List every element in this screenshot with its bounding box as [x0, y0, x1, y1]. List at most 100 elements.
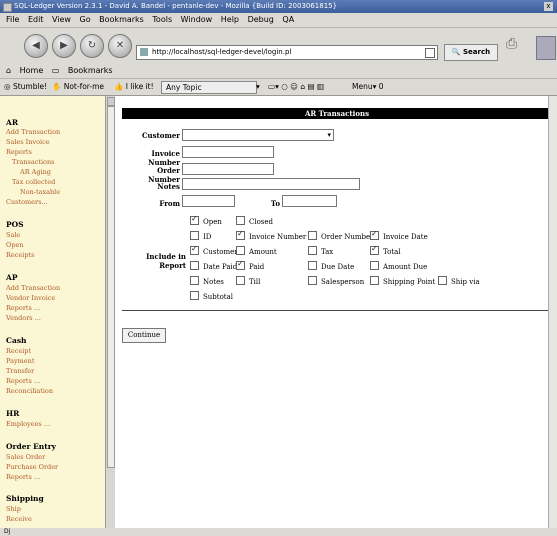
sidebar-section-ar[interactable]: AR [6, 118, 18, 127]
sidebar-item-non-taxable[interactable]: Non-taxable [20, 188, 60, 196]
sidebar-item-ar-aging[interactable]: AR Aging [20, 168, 51, 176]
checkbox-box[interactable] [370, 276, 379, 285]
sidebar-item-sales-order[interactable]: Sales Order [6, 453, 45, 461]
checkbox-box[interactable] [370, 244, 379, 255]
menu-window[interactable]: Window [181, 15, 213, 24]
menu-help[interactable]: Help [221, 15, 239, 24]
checkbox-box[interactable] [190, 291, 199, 300]
not-for-me-button[interactable]: ✋ Not-for-me [52, 79, 104, 95]
checkbox-amount-due[interactable]: Amount Due [370, 261, 427, 271]
checkbox-date-paid[interactable]: Date Paid [190, 261, 237, 271]
search-button[interactable]: 🔍 Search [444, 44, 498, 61]
sidebar-item-employees[interactable]: Employees ... [6, 420, 50, 428]
checkbox-notes[interactable]: Notes [190, 276, 224, 286]
sidebar-section-shipping[interactable]: Shipping [6, 494, 44, 503]
sidebar-section-cash[interactable]: Cash [6, 336, 27, 345]
window-close-button[interactable]: x [544, 2, 553, 11]
reload-icon[interactable]: ↻ [80, 34, 104, 58]
checkbox-ship-via[interactable]: Ship via [438, 276, 480, 286]
sidebar-item-receipt[interactable]: Receipt [6, 347, 31, 355]
checkbox-invoice-number[interactable]: Invoice Number [236, 229, 306, 241]
from-date-field[interactable] [182, 195, 235, 207]
checkbox-box[interactable] [236, 259, 245, 270]
checkbox-box[interactable] [190, 276, 199, 285]
sidebar-item-ap-add-transaction[interactable]: Add Transaction [6, 284, 60, 292]
stumble-tools-icons[interactable]: ▭▾ ○ ☺ ⌂ ▤ ▥ [268, 79, 324, 95]
print-icon[interactable]: ⎙ [506, 36, 528, 58]
menu-go[interactable]: Go [80, 15, 91, 24]
sidebar-section-hr[interactable]: HR [6, 409, 19, 418]
checkbox-order-number[interactable]: Order Number [308, 231, 374, 241]
checkbox-shipping-point[interactable]: Shipping Point [370, 276, 435, 286]
sidebar-item-tax-collected[interactable]: Tax collected [12, 178, 55, 186]
sidebar-section-ap[interactable]: AP [6, 273, 17, 282]
topic-dropdown-arrow-icon[interactable]: ▾ [256, 79, 260, 95]
go-icon[interactable] [425, 48, 435, 58]
checkbox-box[interactable] [236, 216, 245, 225]
customer-select[interactable]: ▾ [182, 129, 334, 141]
to-date-field[interactable] [282, 195, 337, 207]
checkbox-id[interactable]: ID [190, 231, 211, 241]
checkbox-box[interactable] [370, 261, 379, 270]
home-link[interactable]: ⌂ Home [6, 66, 43, 75]
checkbox-box[interactable] [236, 276, 245, 285]
checkbox-customer[interactable]: Customer [190, 244, 238, 256]
checkbox-paid[interactable]: Paid [236, 259, 264, 271]
sidebar-item-vendors[interactable]: Vendors ... [6, 314, 41, 322]
checkbox-till[interactable]: Till [236, 276, 260, 286]
i-like-it-button[interactable]: 👍 I like it! [114, 79, 154, 95]
sidebar-item-transfer[interactable]: Transfer [6, 367, 34, 375]
sidebar-item-reconciliation[interactable]: Reconciliation [6, 387, 53, 395]
checkbox-box[interactable] [308, 246, 317, 255]
sidebar-item-ar-add-transaction[interactable]: Add Transaction [6, 128, 60, 136]
url-bar[interactable]: http://localhost/sql-ledger-devel/login.… [136, 45, 438, 60]
sidebar-item-ship[interactable]: Ship [6, 505, 21, 513]
stop-icon[interactable]: ✕ [108, 34, 132, 58]
sidebar-item-sales-invoice[interactable]: Sales Invoice [6, 138, 50, 146]
menu-bookmarks[interactable]: Bookmarks [99, 15, 144, 24]
checkbox-box[interactable] [190, 214, 199, 225]
stumble-button[interactable]: ◎ Stumble! [4, 79, 47, 95]
checkbox-box[interactable] [438, 276, 447, 285]
checkbox-box[interactable] [308, 261, 317, 270]
checkbox-invoice-date[interactable]: Invoice Date [370, 229, 428, 241]
forward-icon[interactable]: ▶ [52, 34, 76, 58]
menu-edit[interactable]: Edit [28, 15, 44, 24]
scroll-up-icon[interactable] [107, 97, 115, 106]
checkbox-closed[interactable]: Closed [236, 216, 273, 226]
sidebar-item-oe-reports[interactable]: Reports ... [6, 473, 40, 481]
sidebar-item-vendor-invoice[interactable]: Vendor Invoice [6, 294, 55, 302]
sidebar-scrollbar[interactable] [105, 96, 115, 528]
sidebar-item-cash-reports[interactable]: Reports ... [6, 377, 40, 385]
checkbox-subtotal[interactable]: Subtotal [190, 291, 233, 301]
bookmarks-link[interactable]: ▭ Bookmarks [52, 66, 113, 75]
menu-view[interactable]: View [52, 15, 71, 24]
checkbox-amount[interactable]: Amount [236, 246, 277, 256]
sidebar-item-ar-reports[interactable]: Reports [6, 148, 32, 156]
checkbox-box[interactable] [190, 261, 199, 270]
window-menu-icon[interactable] [3, 3, 12, 12]
sidebar-item-purchase-order[interactable]: Purchase Order [6, 463, 58, 471]
checkbox-box[interactable] [308, 231, 317, 240]
sidebar-item-pos-receipts[interactable]: Receipts [6, 251, 34, 259]
checkbox-total[interactable]: Total [370, 244, 401, 256]
sidebar-item-pos-open[interactable]: Open [6, 241, 24, 249]
sidebar-scroll-thumb[interactable] [107, 106, 115, 468]
checkbox-salesperson[interactable]: Salesperson [308, 276, 364, 286]
notes-field[interactable] [182, 178, 360, 190]
checkbox-box[interactable] [308, 276, 317, 285]
invoice-number-field[interactable] [182, 146, 274, 158]
menu-file[interactable]: File [6, 15, 19, 24]
main-scrollbar[interactable] [548, 96, 557, 528]
sidebar-item-ar-transactions[interactable]: Transactions [12, 158, 54, 166]
checkbox-box[interactable] [236, 246, 245, 255]
sidebar-item-pos-sale[interactable]: Sale [6, 231, 20, 239]
checkbox-due-date[interactable]: Due Date [308, 261, 354, 271]
checkbox-box[interactable] [236, 229, 245, 240]
checkbox-box[interactable] [370, 229, 379, 240]
checkbox-open[interactable]: Open [190, 214, 222, 226]
stumble-menu[interactable]: Menu▾ 0 [352, 79, 384, 95]
order-number-field[interactable] [182, 163, 274, 175]
menu-debug[interactable]: Debug [248, 15, 274, 24]
topic-dropdown[interactable]: Any Topic [161, 81, 257, 94]
